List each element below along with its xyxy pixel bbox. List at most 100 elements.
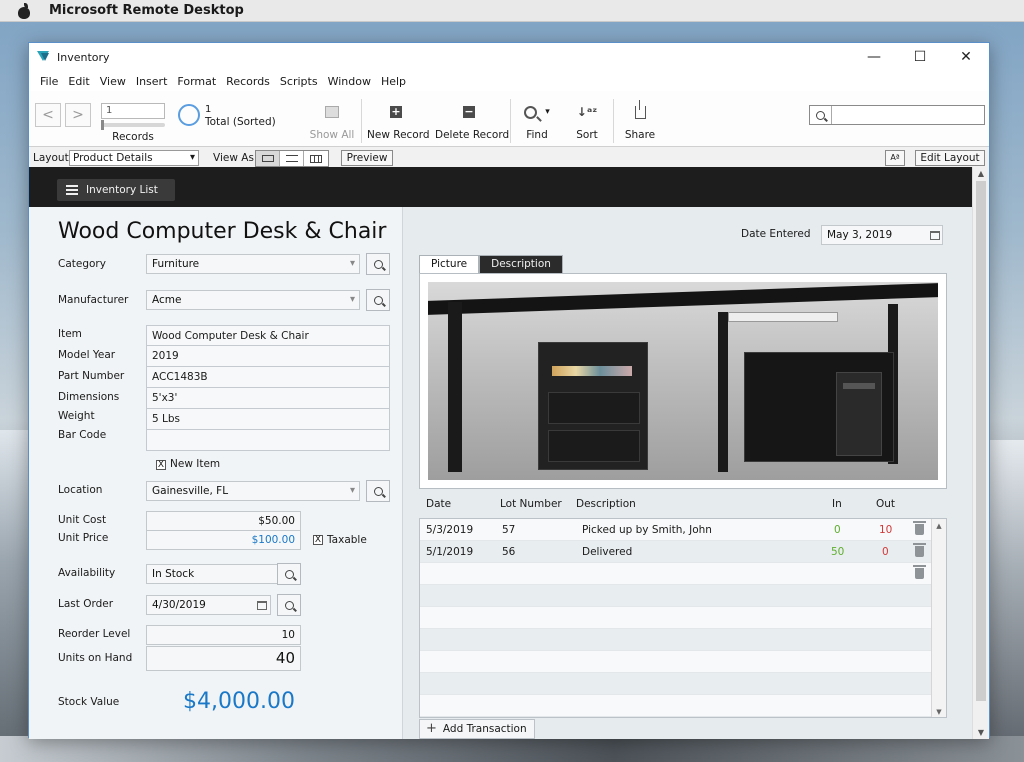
tx-lot[interactable]: 57 <box>502 519 515 541</box>
table-row-empty <box>420 695 946 717</box>
weight-field[interactable]: 5 Lbs <box>146 409 390 430</box>
last-order-field[interactable]: 4/30/2019 <box>146 595 271 615</box>
new-record-button[interactable]: + New Record <box>367 101 430 141</box>
tx-in[interactable]: 50 <box>831 541 844 563</box>
menu-edit[interactable]: Edit <box>63 75 94 88</box>
category-field[interactable]: Furniture <box>146 254 360 274</box>
tab-description[interactable]: Description <box>479 255 563 273</box>
mac-app-name[interactable]: Microsoft Remote Desktop <box>49 3 244 18</box>
tx-lot[interactable]: 56 <box>502 541 515 563</box>
apple-icon[interactable] <box>17 2 31 19</box>
delete-record-button[interactable]: − Delete Record <box>435 101 509 141</box>
quick-find-input[interactable] <box>809 105 985 125</box>
scrollbar-thumb[interactable] <box>976 181 986 701</box>
bar-code-field[interactable] <box>146 430 390 451</box>
share-button[interactable]: Share <box>623 99 657 141</box>
window-title: Inventory <box>57 50 110 64</box>
tx-date[interactable]: 5/3/2019 <box>426 519 473 541</box>
trash-icon[interactable] <box>913 543 926 557</box>
table-row[interactable]: 5/1/2019 56 Delivered 50 0 <box>420 541 946 563</box>
find-dropdown-icon[interactable]: ▾ <box>545 107 550 117</box>
tx-in[interactable]: 0 <box>834 519 841 541</box>
tx-header-out: Out <box>876 498 896 510</box>
quick-find-search-icon[interactable] <box>810 106 832 124</box>
menu-view[interactable]: View <box>95 75 131 88</box>
scroll-down-icon[interactable]: ▼ <box>973 728 989 737</box>
show-all-button[interactable]: Show All <box>309 101 355 141</box>
view-as-form-button[interactable] <box>256 151 280 166</box>
view-as-list-button[interactable] <box>280 151 304 166</box>
availability-field[interactable]: In Stock <box>146 564 278 584</box>
dimensions-field[interactable]: 5'x3' <box>146 388 390 409</box>
text-formatting-button[interactable]: Aª <box>885 150 905 166</box>
menu-records[interactable]: Records <box>221 75 275 88</box>
window-titlebar[interactable]: Inventory — ☐ ✕ <box>29 43 989 71</box>
tx-out[interactable]: 0 <box>882 541 889 563</box>
unit-price-field[interactable]: $100.00 <box>146 530 301 550</box>
tab-picture[interactable]: Picture <box>419 255 480 273</box>
table-row[interactable]: 5/3/2019 57 Picked up by Smith, John 0 1… <box>420 519 946 541</box>
record-count-pie-icon <box>178 104 200 126</box>
reorder-level-field[interactable]: 10 <box>146 625 301 645</box>
previous-record-button[interactable]: < <box>35 103 61 127</box>
minimize-button[interactable]: — <box>851 43 897 71</box>
transactions-scrollbar[interactable]: ▲ ▼ <box>931 519 946 717</box>
taxable-checkbox[interactable]: X <box>313 535 323 545</box>
trash-icon[interactable] <box>913 565 926 579</box>
content-scrollbar[interactable]: ▲ ▼ <box>972 167 989 739</box>
next-record-button[interactable]: > <box>65 103 91 127</box>
scroll-down-icon[interactable]: ▼ <box>932 708 946 716</box>
weight-label: Weight <box>58 410 95 422</box>
preview-button[interactable]: Preview <box>341 150 393 166</box>
manufacturer-field[interactable]: Acme <box>146 290 360 310</box>
date-entered-field[interactable]: May 3, 2019 <box>821 225 943 245</box>
new-item-checkbox[interactable]: X <box>156 460 166 470</box>
find-label: Find <box>526 129 548 141</box>
records-label: Records <box>112 131 154 143</box>
view-as-table-button[interactable] <box>304 151 328 166</box>
tx-out[interactable]: 10 <box>879 519 892 541</box>
menu-file[interactable]: File <box>35 75 63 88</box>
model-year-field[interactable]: 2019 <box>146 346 390 367</box>
table-row-empty <box>420 651 946 673</box>
menu-help[interactable]: Help <box>376 75 411 88</box>
sort-button[interactable]: ↓ᵃᶻ Sort <box>571 101 603 141</box>
menu-window[interactable]: Window <box>323 75 376 88</box>
location-field[interactable]: Gainesville, FL <box>146 481 360 501</box>
product-picture[interactable] <box>428 282 938 480</box>
item-field[interactable]: Wood Computer Desk & Chair <box>146 325 390 346</box>
scroll-up-icon[interactable]: ▲ <box>932 522 946 530</box>
category-search-button[interactable] <box>366 253 390 275</box>
tx-description[interactable]: Delivered <box>582 541 632 563</box>
current-record-input[interactable]: 1 <box>101 103 165 119</box>
last-order-calendar-button[interactable] <box>254 595 270 615</box>
layout-select[interactable]: Product Details <box>69 150 199 166</box>
calendar-icon <box>930 230 940 240</box>
trash-icon[interactable] <box>913 521 926 535</box>
maximize-button[interactable]: ☐ <box>897 43 943 71</box>
find-button[interactable]: ▾ Find <box>517 101 557 141</box>
menu-format[interactable]: Format <box>172 75 221 88</box>
show-all-label: Show All <box>309 129 355 141</box>
item-details-fields: Wood Computer Desk & Chair 2019 ACC1483B… <box>146 325 390 451</box>
tx-description[interactable]: Picked up by Smith, John <box>582 519 712 541</box>
record-slider[interactable] <box>101 120 165 130</box>
menu-insert[interactable]: Insert <box>131 75 173 88</box>
layout-content: Inventory List Wood Computer Desk & Chai… <box>29 167 973 739</box>
add-transaction-button[interactable]: + Add Transaction <box>419 719 535 739</box>
date-entered-calendar-button[interactable] <box>927 225 943 245</box>
edit-layout-button[interactable]: Edit Layout <box>915 150 985 166</box>
location-search-button[interactable] <box>366 480 390 502</box>
inventory-list-button[interactable]: Inventory List <box>57 179 175 201</box>
scroll-up-icon[interactable]: ▲ <box>973 169 989 178</box>
menu-scripts[interactable]: Scripts <box>275 75 323 88</box>
tx-date[interactable]: 5/1/2019 <box>426 541 473 563</box>
close-button[interactable]: ✕ <box>943 43 989 71</box>
manufacturer-search-button[interactable] <box>366 289 390 311</box>
part-number-field[interactable]: ACC1483B <box>146 367 390 388</box>
units-on-hand-field[interactable]: 40 <box>146 646 301 671</box>
availability-search-button[interactable] <box>277 563 301 585</box>
last-order-search-button[interactable] <box>277 594 301 616</box>
unit-cost-field[interactable]: $50.00 <box>146 511 301 531</box>
table-row-empty[interactable] <box>420 563 946 585</box>
